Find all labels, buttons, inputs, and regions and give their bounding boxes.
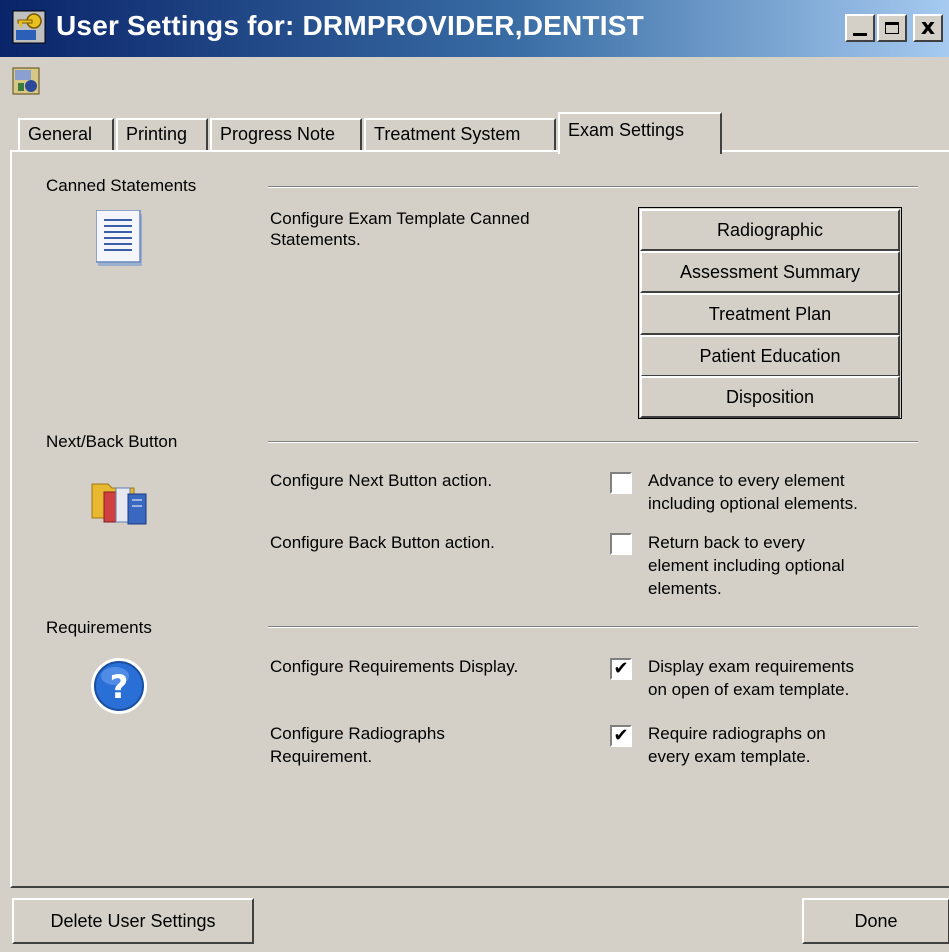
tab-label: Treatment System <box>374 124 521 144</box>
minimize-button[interactable] <box>845 14 875 42</box>
tab-general[interactable]: General <box>18 118 114 151</box>
requirements-display-label: Configure Requirements Display. <box>270 657 519 676</box>
document-icon <box>96 210 142 266</box>
window-title: User Settings for: DRMPROVIDER,DENTIST <box>56 10 644 41</box>
radiographs-option-line2: every exam template. <box>648 747 811 766</box>
section-divider <box>268 186 918 188</box>
tab-exam-settings[interactable]: Exam Settings <box>558 112 722 154</box>
checkmark-icon: ✔ <box>613 725 629 745</box>
tab-printing[interactable]: Printing <box>116 118 208 151</box>
tab-progress-note[interactable]: Progress Note <box>210 118 362 151</box>
display-requirements-checkbox[interactable]: ✔ <box>610 658 632 680</box>
return-option-line2: element including optional <box>648 556 845 575</box>
display-option-line1: Display exam requirements <box>648 657 854 676</box>
treatment-plan-button[interactable]: Treatment Plan <box>640 293 900 335</box>
return-every-element-checkbox[interactable] <box>610 533 632 555</box>
radiographs-label-line2: Requirement. <box>270 747 373 766</box>
back-button-label: Configure Back Button action. <box>270 533 495 552</box>
settings-tool-icon[interactable] <box>12 67 40 95</box>
advance-option-line2: including optional elements. <box>648 494 858 513</box>
radiographs-option-line1: Require radiographs on <box>648 724 826 743</box>
app-key-icon <box>12 10 46 44</box>
folder-files-icon <box>91 483 147 525</box>
assessment-summary-button[interactable]: Assessment Summary <box>640 251 900 293</box>
next-button-label: Configure Next Button action. <box>270 471 493 490</box>
section-divider <box>268 441 918 443</box>
title-bar: User Settings for: DRMPROVIDER,DENTIST x <box>0 0 949 57</box>
requirements-heading: Requirements <box>46 618 152 637</box>
checkmark-icon: ✔ <box>613 658 629 678</box>
next-back-heading: Next/Back Button <box>46 432 178 451</box>
patient-education-button[interactable]: Patient Education <box>640 335 900 377</box>
return-option-line3: elements. <box>648 579 722 598</box>
require-radiographs-checkbox[interactable]: ✔ <box>610 725 632 747</box>
tab-label: Progress Note <box>220 124 336 144</box>
help-icon: ? <box>91 658 147 714</box>
radiographs-label-line1: Configure Radiographs <box>270 724 445 743</box>
delete-user-settings-button[interactable]: Delete User Settings <box>12 898 254 944</box>
display-option-line2: on open of exam template. <box>648 680 850 699</box>
return-option-line1: Return back to every <box>648 533 805 552</box>
canned-description-line2: Statements. <box>270 230 361 249</box>
tab-label: Exam Settings <box>568 120 685 140</box>
radiographic-button[interactable]: Radiographic <box>640 209 900 251</box>
close-button[interactable]: x <box>913 14 943 42</box>
maximize-button[interactable] <box>877 14 907 42</box>
advance-every-element-checkbox[interactable] <box>610 472 632 494</box>
minimize-icon <box>853 32 867 36</box>
advance-option-line1: Advance to every element <box>648 471 845 490</box>
canned-description-line1: Configure Exam Template Canned <box>270 209 530 228</box>
tab-label: Printing <box>126 124 188 144</box>
done-button[interactable]: Done <box>802 898 949 944</box>
toolbar <box>0 57 949 107</box>
canned-statements-heading: Canned Statements <box>46 176 197 195</box>
tab-label: General <box>28 124 93 144</box>
tab-treatment-system[interactable]: Treatment System <box>364 118 556 151</box>
svg-text:?: ? <box>110 668 129 706</box>
section-divider <box>268 626 918 628</box>
disposition-button[interactable]: Disposition <box>640 376 900 418</box>
maximize-icon <box>885 22 899 34</box>
close-icon: x <box>920 15 936 40</box>
